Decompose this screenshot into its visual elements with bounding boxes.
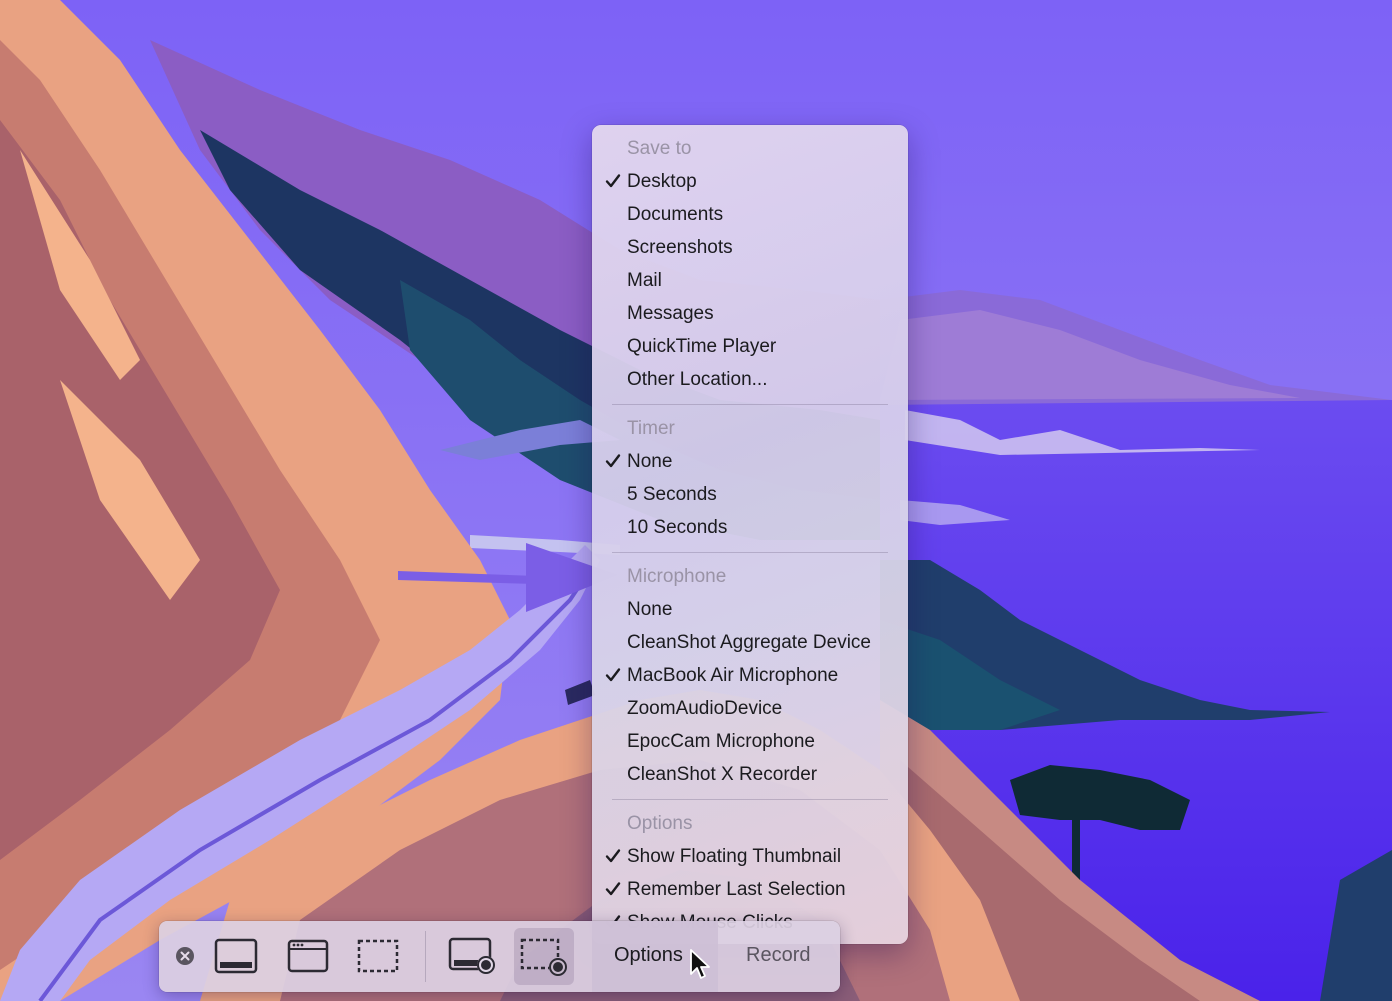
checkmark-icon [603, 665, 623, 685]
menu-item-label: Desktop [627, 170, 697, 192]
menu-separator [612, 404, 888, 405]
menu-item-label: ZoomAudioDevice [627, 697, 783, 719]
menu-item[interactable]: Mail [592, 264, 908, 297]
options-button[interactable]: Options [614, 944, 683, 967]
menu-item-label: None [627, 598, 673, 620]
screenshot-toolbar: Options Record [159, 921, 840, 992]
menu-section-header: Options [627, 812, 693, 834]
checkmark-icon [603, 879, 623, 899]
menu-section-header: Microphone [627, 565, 727, 587]
menu-item-label: CleanShot X Recorder [627, 763, 818, 785]
menu-item[interactable]: Show Floating Thumbnail [592, 840, 908, 873]
menu-item[interactable]: Other Location... [592, 363, 908, 396]
menu-item-label: Other Location... [627, 368, 768, 390]
close-icon[interactable] [175, 946, 195, 966]
menu-item[interactable]: 5 Seconds [592, 478, 908, 511]
menu-item[interactable]: None [592, 445, 908, 478]
menu-item-label: None [627, 450, 673, 472]
menu-section-header: Timer [627, 417, 675, 439]
menu-item[interactable]: None [592, 593, 908, 626]
options-menu: Save to Desktop Documents Screenshots Mail Me… [592, 125, 908, 944]
menu-item-label: 10 Seconds [627, 516, 728, 538]
menu-item-label: MacBook Air Microphone [627, 664, 839, 686]
menu-item[interactable]: Documents [592, 198, 908, 231]
checkmark-icon [603, 846, 623, 866]
menu-item[interactable]: Messages [592, 297, 908, 330]
menu-item[interactable]: Remember Last Selection [592, 873, 908, 906]
menu-section-header: Save to [627, 137, 692, 159]
menu-separator [612, 552, 888, 553]
record-selection-icon[interactable] [514, 928, 574, 985]
menu-separator [612, 799, 888, 800]
capture-entire-screen-icon[interactable] [212, 936, 260, 976]
mouse-cursor-icon [690, 949, 710, 979]
menu-item[interactable]: ZoomAudioDevice [592, 692, 908, 725]
menu-item[interactable]: Screenshots [592, 231, 908, 264]
menu-item-label: Remember Last Selection [627, 878, 846, 900]
menu-item[interactable]: CleanShot X Recorder [592, 758, 908, 791]
menu-item-label: CleanShot Aggregate Device [627, 631, 871, 653]
toolbar-divider [425, 931, 426, 982]
menu-item[interactable]: Desktop [592, 165, 908, 198]
menu-item[interactable]: CleanShot Aggregate Device [592, 626, 908, 659]
capture-window-icon[interactable] [284, 936, 332, 976]
checkmark-icon [603, 451, 623, 471]
menu-item[interactable]: MacBook Air Microphone [592, 659, 908, 692]
menu-item-label: Show Floating Thumbnail [627, 845, 842, 867]
menu-item-label: 5 Seconds [627, 483, 717, 505]
menu-item-label: Messages [627, 302, 714, 324]
menu-item[interactable]: QuickTime Player [592, 330, 908, 363]
menu-item-label: Mail [627, 269, 662, 291]
record-entire-screen-icon[interactable] [446, 934, 500, 978]
menu-item-label: Screenshots [627, 236, 733, 258]
checkmark-icon [603, 171, 623, 191]
menu-item-label: QuickTime Player [627, 335, 777, 357]
menu-item[interactable]: 10 Seconds [592, 511, 908, 544]
menu-item-label: Documents [627, 203, 724, 225]
capture-selection-icon[interactable] [354, 936, 402, 976]
menu-item-label: EpocCam Microphone [627, 730, 815, 752]
record-button[interactable]: Record [746, 944, 810, 967]
menu-item[interactable]: EpocCam Microphone [592, 725, 908, 758]
